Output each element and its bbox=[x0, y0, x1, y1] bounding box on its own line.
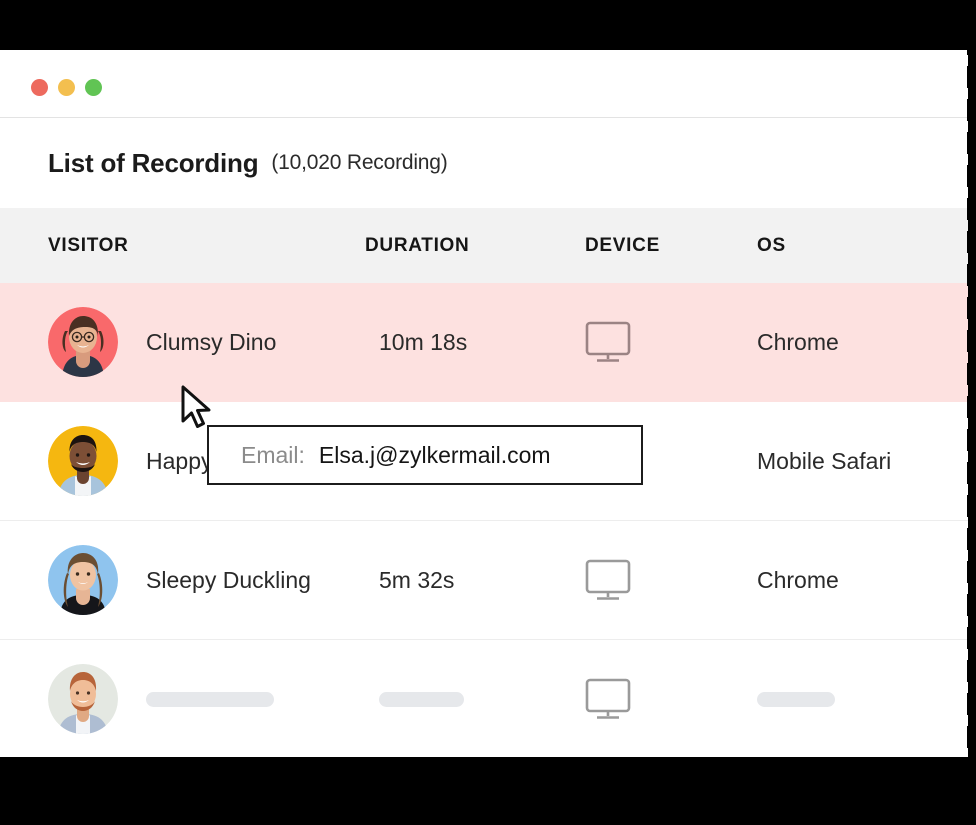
skeleton-bar bbox=[146, 691, 274, 707]
window-controls bbox=[31, 79, 102, 96]
device-cell bbox=[585, 640, 631, 757]
visitor-avatar-cell bbox=[48, 283, 118, 401]
avatar bbox=[48, 426, 118, 496]
visitor-os: Chrome bbox=[757, 566, 839, 593]
device-cell bbox=[585, 521, 631, 639]
visitor-os: Chrome bbox=[757, 328, 839, 355]
email-tooltip: Email: Elsa.j@zylkermail.com bbox=[207, 425, 643, 485]
page-title: List of Recording bbox=[48, 147, 259, 178]
window-titlebar bbox=[0, 50, 968, 118]
tooltip-label: Email: bbox=[241, 441, 305, 468]
visitor-avatar-cell bbox=[48, 640, 118, 757]
device-cell bbox=[585, 283, 631, 401]
table-header-row: VISITOR DURATION DEVICE OS bbox=[0, 208, 968, 283]
panel-header: List of Recording (10,020 Recording) bbox=[0, 118, 968, 208]
avatar bbox=[48, 664, 118, 734]
table-row[interactable]: Clumsy Dino 10m 18s Chrome bbox=[0, 283, 968, 402]
visitor-duration: 10m 18s bbox=[379, 328, 468, 355]
monitor-icon bbox=[585, 321, 631, 362]
visitor-avatar-cell bbox=[48, 402, 118, 520]
table-row[interactable]: Sleepy Duckling 5m 32s Chrome bbox=[0, 521, 968, 640]
visitor-os: Mobile Safari bbox=[757, 447, 892, 474]
close-button[interactable] bbox=[31, 79, 48, 96]
column-header-os[interactable]: OS bbox=[757, 208, 786, 283]
table-row[interactable] bbox=[0, 640, 968, 757]
skeleton-bar bbox=[757, 691, 835, 707]
recording-count: (10,020 Recording) bbox=[271, 151, 448, 174]
visitor-name-placeholder bbox=[146, 640, 274, 757]
minimize-button[interactable] bbox=[58, 79, 75, 96]
column-header-visitor[interactable]: VISITOR bbox=[48, 208, 129, 283]
maximize-button[interactable] bbox=[85, 79, 102, 96]
avatar bbox=[48, 307, 118, 377]
skeleton-bar bbox=[379, 691, 464, 707]
column-header-duration[interactable]: DURATION bbox=[365, 208, 469, 283]
dashed-edge-rule bbox=[967, 0, 972, 825]
monitor-icon bbox=[585, 559, 631, 600]
screenshot-stage: List of Recording (10,020 Recording) VIS… bbox=[0, 0, 976, 825]
column-header-device[interactable]: DEVICE bbox=[585, 208, 660, 283]
visitor-avatar-cell bbox=[48, 521, 118, 639]
visitor-duration: 5m 32s bbox=[379, 566, 455, 593]
visitor-os-placeholder bbox=[757, 640, 835, 757]
tooltip-email-value: Elsa.j@zylkermail.com bbox=[318, 441, 551, 468]
visitor-name[interactable]: Sleepy Duckling bbox=[146, 521, 311, 639]
monitor-icon bbox=[585, 678, 631, 719]
visitor-duration-placeholder bbox=[379, 640, 464, 757]
avatar bbox=[48, 545, 118, 615]
browser-window: List of Recording (10,020 Recording) VIS… bbox=[0, 50, 968, 757]
visitor-name[interactable]: Clumsy Dino bbox=[146, 283, 276, 401]
